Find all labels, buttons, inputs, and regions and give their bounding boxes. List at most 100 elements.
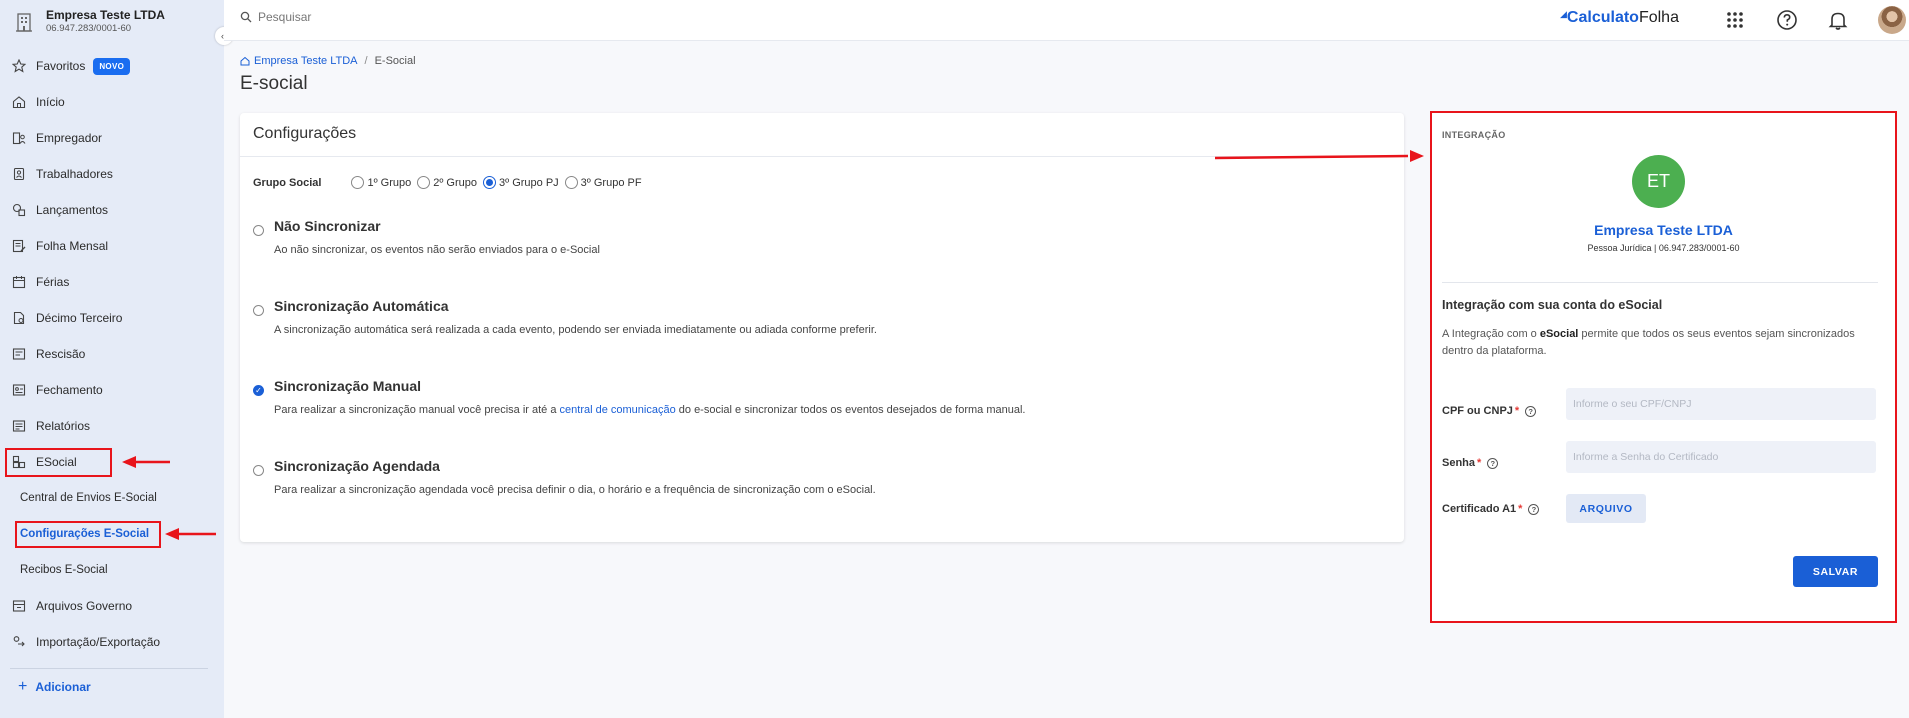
radio[interactable] xyxy=(253,305,264,316)
sidebar-item-lancamentos[interactable]: Lançamentos xyxy=(12,198,108,222)
plus-icon: + xyxy=(18,678,28,695)
sidebar-item-rescisao[interactable]: Rescisão xyxy=(12,342,85,366)
logo-folha: Folha xyxy=(1638,9,1679,26)
sidebar-item-label: Lançamentos xyxy=(36,203,109,217)
sidebar-divider xyxy=(10,668,208,669)
search-icon xyxy=(240,11,252,23)
radio[interactable] xyxy=(351,176,365,189)
help-icon[interactable] xyxy=(1776,9,1798,31)
radio[interactable] xyxy=(417,176,431,189)
config-title: Configurações xyxy=(253,125,357,142)
closing-icon xyxy=(12,384,26,396)
breadcrumb-home-label: Empresa Teste LTDA xyxy=(254,55,358,67)
import-export-icon xyxy=(13,636,25,647)
sidebar-item-arquivos-governo[interactable]: Arquivos Governo xyxy=(12,594,132,618)
sidebar-item-favoritos[interactable]: Favoritos NOVO xyxy=(12,54,131,78)
home-icon xyxy=(12,96,26,109)
search-placeholder: Pesquisar xyxy=(258,10,312,24)
company-cnpj: 06.947.283/0001-60 xyxy=(46,23,132,34)
breadcrumb-home[interactable]: Empresa Teste LTDA xyxy=(240,55,358,67)
app-logo[interactable]: ◢CalculatoFolha xyxy=(1560,9,1679,27)
grupo-option-label: 3º Grupo PF xyxy=(580,176,642,189)
sidebar-item-decimo-terceiro[interactable]: Décimo Terceiro xyxy=(12,306,122,330)
annotation-box-esocial xyxy=(5,448,112,477)
calendar-icon xyxy=(12,276,26,289)
sidebar-item-label: Importação/Exportação xyxy=(36,635,161,649)
breadcrumb-current: E-Social xyxy=(374,55,416,67)
sidebar-item-label: Início xyxy=(36,95,65,109)
sidebar-item-folha-mensal[interactable]: Folha Mensal xyxy=(12,234,108,258)
company-name: Empresa Teste LTDA xyxy=(46,8,165,22)
entries-icon xyxy=(12,203,26,217)
sync-option-title: Sincronização Agendada xyxy=(274,458,440,474)
sync-option-title: Não Sincronizar xyxy=(274,218,381,234)
workers-icon xyxy=(13,167,25,181)
sync-option-title: Sincronização Manual xyxy=(274,378,422,394)
add-button[interactable]: + Adicionar xyxy=(18,678,91,696)
check-selected-icon[interactable]: ✓ xyxy=(253,385,264,396)
sidebar-item-label: Relatórios xyxy=(36,419,91,433)
grupo-option-label: 1º Grupo xyxy=(367,176,412,189)
logo-mark-icon: ◢ xyxy=(1560,9,1567,19)
apps-grid-icon[interactable] xyxy=(1724,9,1746,31)
document-icon xyxy=(13,311,25,325)
reports-icon xyxy=(12,420,26,432)
payroll-icon xyxy=(12,239,26,253)
grupo-social-row: Grupo Social 1º Grupo 2º Grupo 3º Grupo … xyxy=(253,176,648,189)
sidebar-item-fechamento[interactable]: Fechamento xyxy=(12,378,103,402)
sidebar-item-label: Fechamento xyxy=(36,383,103,397)
sidebar-item-label: Férias xyxy=(36,275,70,289)
sync-option-desc: Para realizar a sincronização manual voc… xyxy=(274,404,1025,416)
logo-calculato: Calculato xyxy=(1566,9,1639,26)
grupo-social-label: Grupo Social xyxy=(253,176,322,189)
radio[interactable] xyxy=(253,465,264,476)
building-icon xyxy=(16,12,32,32)
sidebar-item-label: Décimo Terceiro xyxy=(36,311,123,325)
grupo-option-3pj[interactable]: 3º Grupo PJ xyxy=(483,176,559,189)
sidebar-item-trabalhadores[interactable]: Trabalhadores xyxy=(12,162,113,186)
employer-icon xyxy=(12,132,26,145)
termination-icon xyxy=(12,348,26,360)
grupo-option-1[interactable]: 1º Grupo xyxy=(351,176,411,189)
sidebar-subitem-central-envios[interactable]: Central de Envios E-Social xyxy=(20,492,157,504)
breadcrumb: Empresa Teste LTDA / E-Social xyxy=(240,55,416,67)
novo-badge: NOVO xyxy=(93,57,131,75)
breadcrumb-separator: / xyxy=(364,55,368,67)
radio[interactable] xyxy=(564,176,578,189)
grupo-option-label: 2º Grupo xyxy=(433,176,477,189)
sidebar-item-empregador[interactable]: Empregador xyxy=(12,126,102,150)
config-card: Configurações Grupo Social 1º Grupo 2º G… xyxy=(240,113,1404,542)
grupo-option-2[interactable]: 2º Grupo xyxy=(417,176,477,189)
sidebar-item-label: Empregador xyxy=(36,131,103,145)
sidebar-item-inicio[interactable]: Início xyxy=(12,90,65,114)
sidebar-item-label: Arquivos Governo xyxy=(36,599,133,613)
page-title: E-social xyxy=(240,73,308,94)
bell-icon[interactable] xyxy=(1827,9,1849,31)
company-header[interactable]: Empresa Teste LTDA 06.947.283/0001-60 xyxy=(14,8,165,35)
sidebar-item-importacao-exportacao[interactable]: Importação/Exportação xyxy=(12,630,160,654)
radio-selected[interactable] xyxy=(483,176,496,189)
desc-text: Para realizar a sincronização manual voc… xyxy=(274,404,560,416)
sidebar-item-label: Favoritos xyxy=(36,59,86,73)
user-avatar[interactable] xyxy=(1878,6,1906,34)
archive-icon xyxy=(12,600,26,612)
sidebar-item-relatorios[interactable]: Relatórios xyxy=(12,414,90,438)
add-label: Adicionar xyxy=(35,680,91,694)
annotation-box-integration xyxy=(1430,111,1897,623)
sidebar-item-label: Folha Mensal xyxy=(36,239,109,253)
desc-text: do e-social e sincronizar todos os event… xyxy=(675,404,1026,416)
annotation-arrow-esocial xyxy=(122,456,170,468)
sync-option-title: Sincronização Automática xyxy=(274,298,449,314)
sidebar-item-ferias[interactable]: Férias xyxy=(12,270,69,294)
sync-option-desc: A sincronização automática será realizad… xyxy=(274,324,877,336)
star-icon xyxy=(12,59,26,73)
sidebar-subitem-recibos[interactable]: Recibos E-Social xyxy=(20,564,108,576)
sidebar-item-label: Rescisão xyxy=(36,347,86,361)
radio[interactable] xyxy=(253,225,264,236)
central-comunicacao-link[interactable]: central de comunicação xyxy=(560,404,676,416)
search-box[interactable]: Pesquisar xyxy=(240,10,311,24)
grupo-option-3pf[interactable]: 3º Grupo PF xyxy=(564,176,642,189)
grupo-option-label: 3º Grupo PJ xyxy=(499,176,559,189)
home-icon xyxy=(240,56,250,66)
annotation-arrow-integration xyxy=(1214,150,1424,162)
